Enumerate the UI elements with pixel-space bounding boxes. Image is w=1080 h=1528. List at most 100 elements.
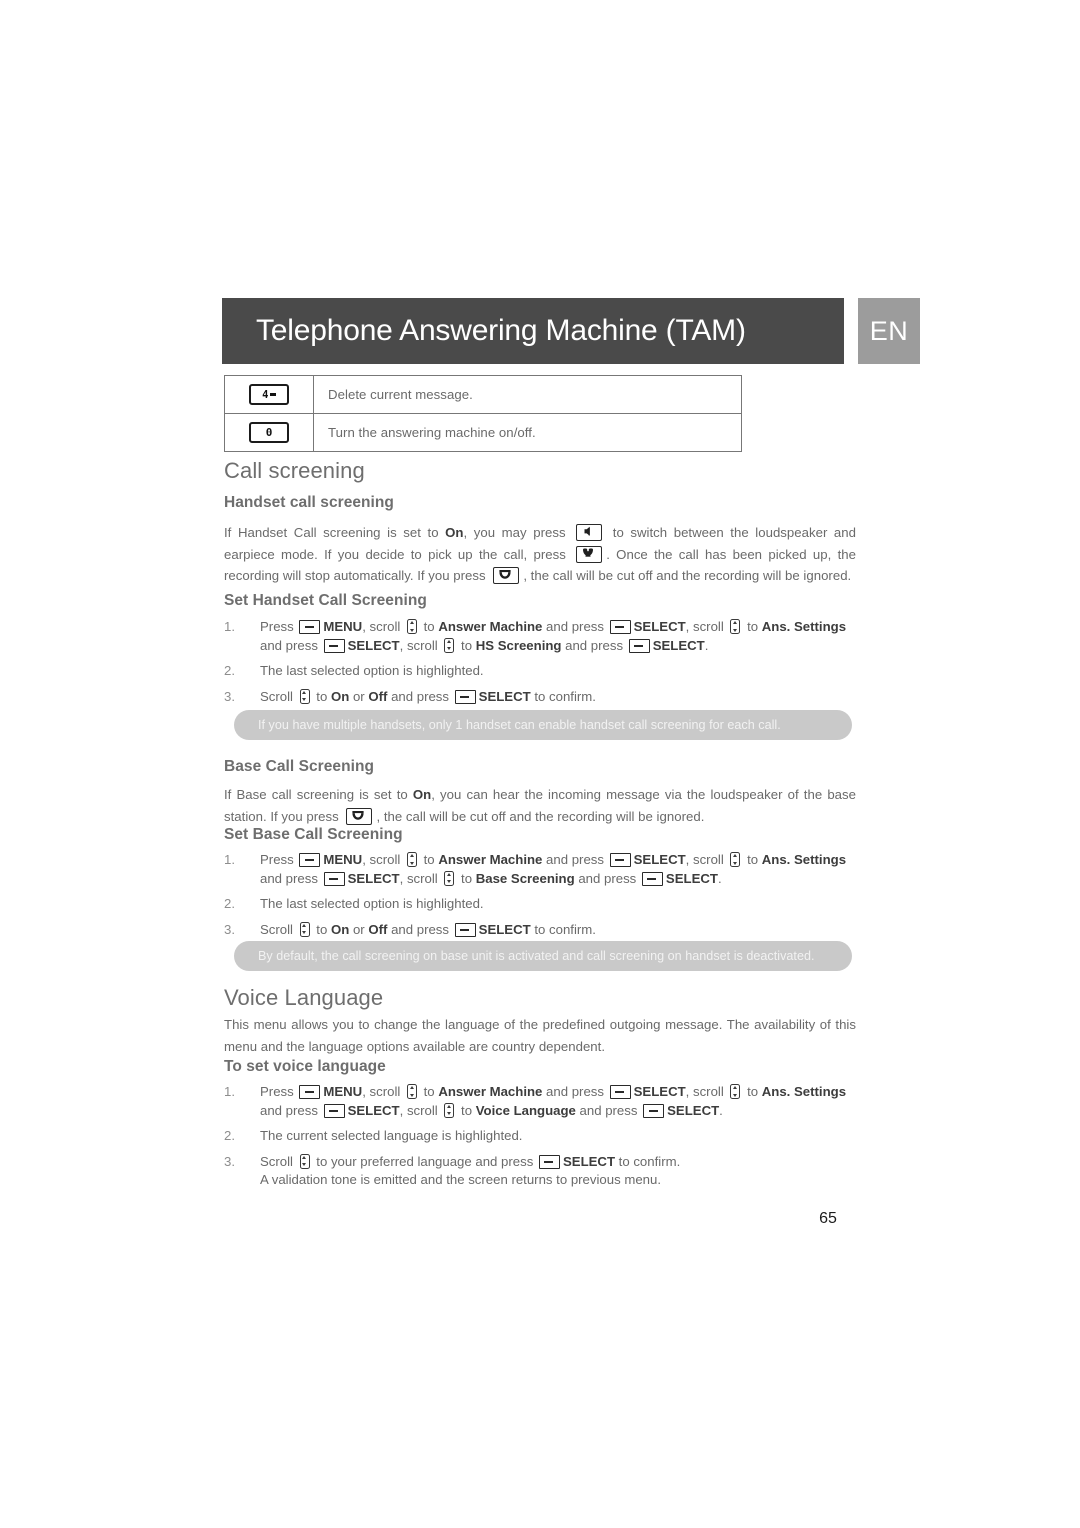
key-cell: 4 (224, 375, 314, 414)
text-fragment: , the call will be cut off and the recor… (523, 568, 852, 583)
step-number: 3. (224, 921, 235, 937)
paragraph-base-call-screening: If Base call screening is set to On, you… (224, 784, 856, 827)
text-fragment: to (419, 1084, 439, 1099)
text-fragment: to your preferred language and press (312, 1153, 537, 1169)
text-fragment: , scroll (399, 870, 442, 886)
softkey-icon (299, 853, 321, 867)
label-select: SELECT (347, 637, 400, 653)
label-select: SELECT (347, 870, 400, 886)
text-fragment: , scroll (362, 1084, 404, 1099)
label-answer-machine: Answer Machine (438, 852, 543, 867)
softkey-icon (641, 871, 663, 886)
text-fragment: and press (542, 1084, 608, 1099)
text-fragment: and press (260, 1102, 322, 1118)
label-on: On (330, 921, 350, 937)
text-fragment: , scroll (685, 1084, 728, 1099)
bold-on: On (412, 787, 432, 802)
scroll-updown-icon (299, 921, 310, 937)
scroll-updown-icon (444, 1102, 455, 1118)
text-fragment: to (457, 1102, 476, 1118)
table-row: 0 Turn the answering machine on/off. (224, 413, 742, 452)
paragraph-voice-language-intro: This menu allows you to change the langu… (224, 1017, 856, 1054)
label-base-screening: Base Screening (475, 870, 575, 886)
softkey-icon (538, 1154, 560, 1169)
steps-set-voice-language: 1. Press MENU, scroll to Answer Machine … (224, 1083, 856, 1190)
key-0-label: 0 (265, 426, 273, 439)
heading-handset-call-screening: Handset call screening (224, 494, 394, 511)
paragraph-handset-call-screening: If Handset Call screening is set to On, … (224, 522, 856, 587)
key-4-delete-icon: 4 (249, 384, 289, 405)
text-fragment: If Base call screening is set to (224, 787, 413, 802)
text-fragment: to (419, 852, 439, 867)
step-number: 1. (224, 852, 235, 867)
text-fragment: , scroll (685, 852, 728, 867)
list-item: 3. Scroll to On or Off and press SELECT … (224, 688, 856, 707)
label-menu: MENU (323, 852, 363, 867)
text-fragment: . (719, 1102, 723, 1118)
step-extra-line: A validation tone is emitted and the scr… (260, 1172, 661, 1187)
list-item: 3. Scroll to your preferred language and… (224, 1153, 856, 1190)
text-fragment: , scroll (399, 1102, 442, 1118)
text-fragment: , scroll (362, 852, 404, 867)
softkey-icon (299, 1085, 321, 1099)
key-0-onoff-icon: 0 (249, 422, 289, 443)
text-fragment: Press (260, 852, 298, 867)
steps-set-base-call-screening: 1. Press MENU, scroll to Answer Machine … (224, 851, 856, 939)
scroll-updown-icon (730, 1084, 741, 1099)
label-select: SELECT (633, 619, 686, 634)
label-answer-machine: Answer Machine (438, 619, 543, 634)
step-text: Scroll to On or Off and press SELECT to … (260, 921, 856, 940)
text-fragment: to (743, 1084, 762, 1099)
text-fragment: to (419, 619, 439, 634)
hangup-call-icon (493, 567, 520, 584)
text-fragment: to (457, 870, 476, 886)
step-number: 2. (224, 896, 235, 911)
label-select: SELECT (562, 1153, 616, 1169)
softkey-icon (454, 689, 476, 704)
text-fragment: , scroll (362, 619, 404, 634)
text-fragment: and press (575, 1102, 642, 1118)
softkey-icon (609, 1085, 631, 1099)
scroll-updown-icon (406, 1084, 417, 1099)
label-select: SELECT (347, 1102, 400, 1118)
list-item: 2. The current selected language is high… (224, 1127, 856, 1146)
key-description: Delete current message. (313, 375, 742, 414)
step-text: The last selected option is highlighted. (260, 896, 484, 911)
text-fragment: , you may press (463, 525, 573, 540)
softkey-icon (628, 638, 650, 653)
step-text: The last selected option is highlighted. (260, 663, 484, 678)
step-number: 3. (224, 688, 235, 704)
label-select: SELECT (633, 1084, 686, 1099)
list-item: 2. The last selected option is highlight… (224, 895, 856, 914)
step-text: The current selected language is highlig… (260, 1128, 523, 1143)
text-fragment: to confirm. (530, 688, 596, 704)
key-4-label: 4 (261, 388, 269, 401)
text-fragment: to confirm. (615, 1153, 681, 1169)
softkey-icon (323, 871, 345, 886)
text-fragment: or (349, 921, 369, 937)
label-select: SELECT (478, 921, 531, 937)
key-4-dash (270, 393, 277, 396)
step-text: Scroll to On or Off and press SELECT to … (260, 688, 856, 707)
tip-text: If you have multiple handsets, only 1 ha… (258, 718, 781, 732)
speaker-icon (576, 524, 603, 541)
label-menu: MENU (323, 1084, 363, 1099)
text-fragment: , scroll (685, 619, 728, 634)
page-number: 65 (819, 1210, 837, 1227)
scroll-updown-icon (299, 688, 310, 704)
label-off: Off (368, 688, 388, 704)
label-answer-machine: Answer Machine (438, 1084, 543, 1099)
list-item: 1. Press MENU, scroll to Answer Machine … (224, 1083, 856, 1120)
softkey-icon (323, 638, 345, 653)
label-voice-language: Voice Language (475, 1102, 576, 1118)
list-item: 1. Press MENU, scroll to Answer Machine … (224, 618, 856, 655)
label-on: On (330, 688, 350, 704)
scroll-updown-icon (444, 637, 455, 653)
section-title-voice-language: Voice Language (224, 985, 384, 1010)
text-fragment: to (312, 688, 331, 704)
softkey-icon (323, 1103, 345, 1118)
header-title-bar: Telephone Answering Machine (TAM) (222, 298, 844, 364)
step-number: 1. (224, 619, 235, 634)
scroll-updown-icon (730, 852, 741, 867)
softkey-icon (643, 1103, 665, 1118)
